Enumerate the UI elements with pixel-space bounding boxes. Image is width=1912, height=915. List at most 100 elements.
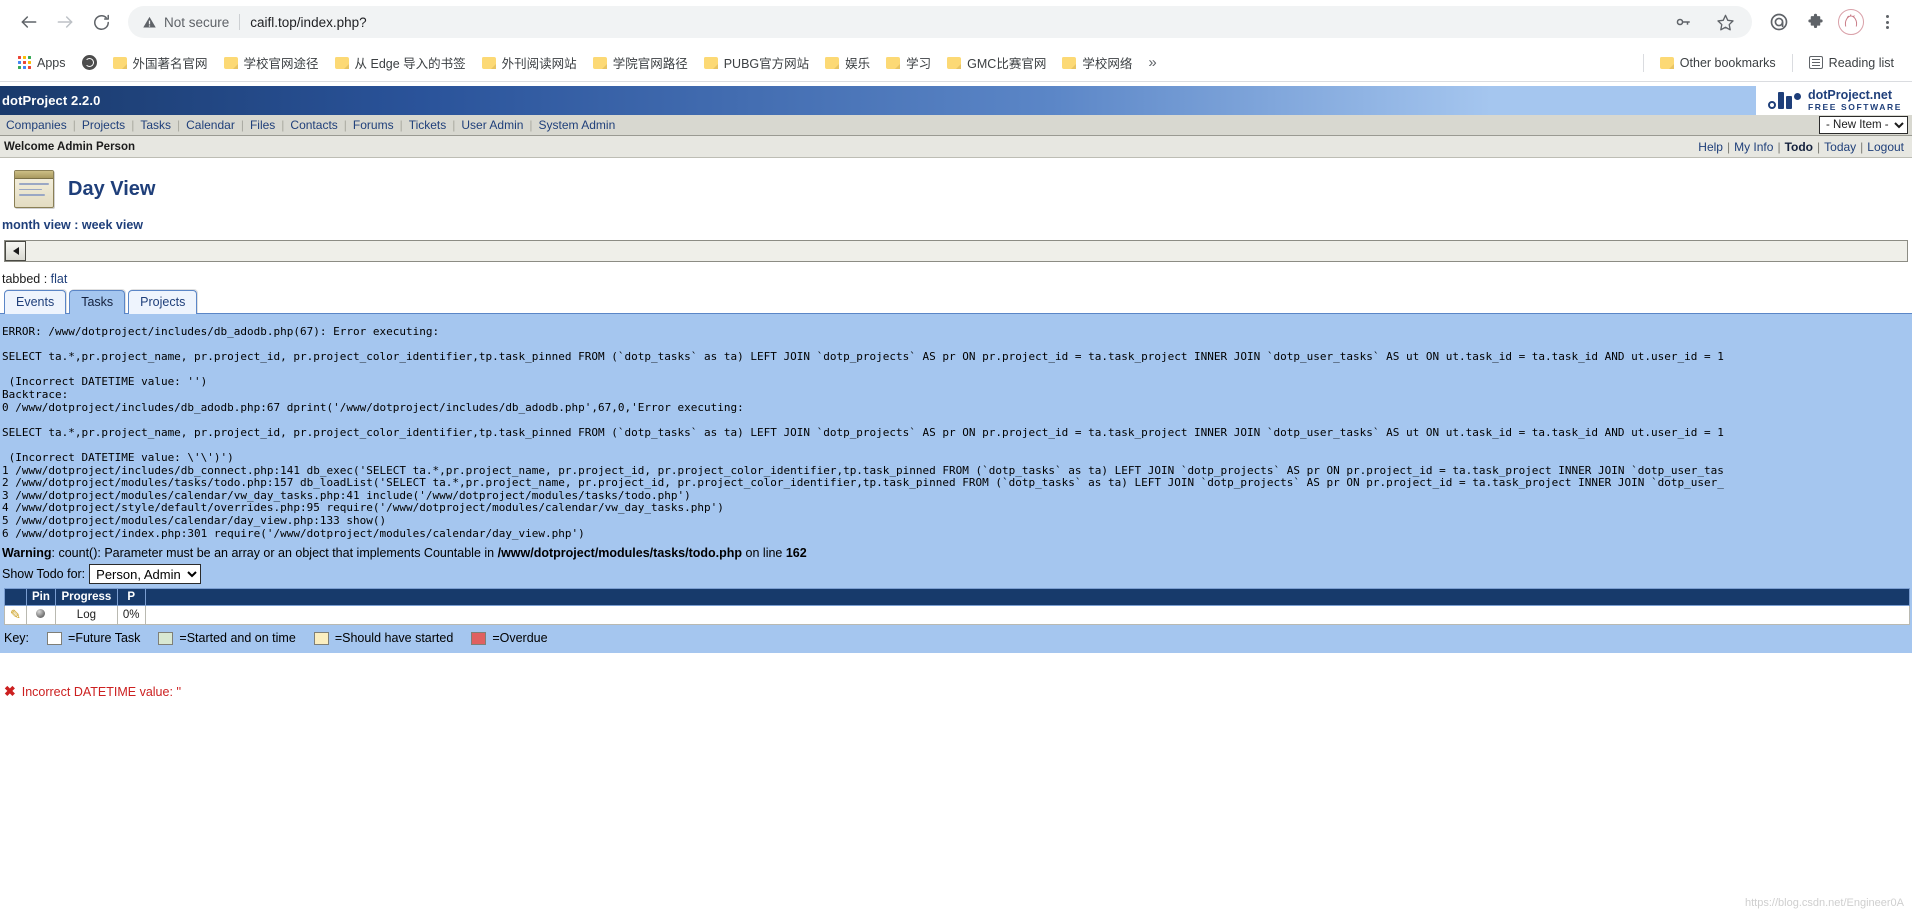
profile-avatar-icon[interactable] <box>1838 9 1864 35</box>
cell-edit[interactable]: ✎ <box>4 605 27 626</box>
folder-icon <box>1062 56 1077 69</box>
link-logout[interactable]: Logout <box>1863 140 1908 154</box>
bookmark-item[interactable]: 娱乐 <box>817 50 878 75</box>
browser-toolbar: Not secure caifl.top/index.php? <box>0 0 1912 44</box>
kebab-menu-icon[interactable] <box>1874 9 1900 35</box>
new-item-dropdown[interactable]: - New Item - <box>1819 116 1908 134</box>
table-row[interactable]: ✎ Log 0% <box>4 605 1911 626</box>
other-bookmarks-label: Other bookmarks <box>1679 55 1776 70</box>
month-view-link[interactable]: month view <box>2 218 71 232</box>
prev-arrow-icon[interactable] <box>5 241 26 261</box>
link-my-info[interactable]: My Info <box>1730 140 1777 154</box>
bookmark-label: 学习 <box>906 57 932 71</box>
back-arrow-icon[interactable] <box>12 5 46 39</box>
not-secure-warning-icon <box>142 15 157 30</box>
warning-online-text: on line <box>742 546 786 561</box>
flat-mode-link[interactable]: flat <box>51 272 68 286</box>
reading-list-icon <box>1808 56 1823 69</box>
pencil-icon[interactable]: ✎ <box>10 607 21 622</box>
key-text-future: =Future Task <box>68 631 141 646</box>
col-progress: Progress <box>54 588 118 607</box>
app-titlebar: dotProject 2.2.0 dotProject.net FREE SOF… <box>0 86 1912 115</box>
nav-item-calendar[interactable]: Calendar <box>180 118 241 132</box>
nav-item-projects[interactable]: Projects <box>76 118 131 132</box>
bookmark-item[interactable]: 学习 <box>878 50 939 75</box>
apps-grid-icon <box>18 56 31 69</box>
bookmark-item[interactable]: 从 Edge 导入的书签 <box>327 50 474 75</box>
warning-label: Warning <box>2 546 52 561</box>
forward-arrow-icon[interactable] <box>48 5 82 39</box>
php-warning-line: Warning: count(): Parameter must be an a… <box>0 540 1912 562</box>
bookmark-item[interactable]: 学院官网路径 <box>585 50 696 75</box>
welcome-label: Welcome Admin Person <box>4 140 136 153</box>
welcome-bar: Welcome Admin Person Help | My Info | Todo… <box>0 136 1912 158</box>
folder-icon <box>112 56 127 69</box>
view-links-separator: : <box>70 218 82 232</box>
bookmark-item[interactable]: 学校官网途径 <box>216 50 327 75</box>
bookmark-label: 从 Edge 导入的书签 <box>354 57 466 71</box>
folder-icon <box>703 56 718 69</box>
dotproject-page: dotProject 2.2.0 dotProject.net FREE SOF… <box>0 86 1912 915</box>
nav-item-companies[interactable]: Companies <box>0 118 73 132</box>
warning-line-number: 162 <box>785 546 807 561</box>
app-title: dotProject 2.2.0 <box>2 93 101 108</box>
calendar-icon <box>14 170 54 208</box>
cell-rest <box>144 605 1911 626</box>
nav-item-system-admin[interactable]: System Admin <box>533 118 622 132</box>
link-todo[interactable]: Todo <box>1781 140 1817 154</box>
nav-item-contacts[interactable]: Contacts <box>284 118 343 132</box>
col-pin: Pin <box>26 588 56 607</box>
bookmark-item[interactable]: 外刊阅读网站 <box>474 50 585 75</box>
url-text: caifl.top/index.php? <box>250 14 367 30</box>
apps-shortcut[interactable]: Apps <box>10 53 74 73</box>
pin-dot-icon[interactable] <box>36 609 46 619</box>
nav-item-tickets[interactable]: Tickets <box>403 118 453 132</box>
reading-list-button[interactable]: Reading list <box>1801 53 1902 73</box>
table-header-row: Pin Progress P <box>4 588 1911 607</box>
bookmarks-overflow-button[interactable]: » <box>1140 54 1164 71</box>
nav-item-tasks[interactable]: Tasks <box>134 118 177 132</box>
bookmark-globe-item[interactable] <box>74 52 105 73</box>
dotproject-logo: dotProject.net FREE SOFTWARE <box>1756 86 1912 115</box>
tab-tasks[interactable]: Tasks <box>69 290 126 314</box>
at-circle-icon[interactable] <box>1766 9 1792 35</box>
bookmark-label: 外刊阅读网站 <box>501 57 577 71</box>
bookmark-label: PUBG官方网站 <box>723 57 810 71</box>
link-help[interactable]: Help <box>1694 140 1727 154</box>
star-icon[interactable] <box>1712 9 1738 35</box>
bookmark-item[interactable]: PUBG官方网站 <box>696 50 817 75</box>
tasks-panel: ERROR: /www/dotproject/includes/db_adodb… <box>0 313 1912 654</box>
security-status-label: Not secure <box>164 14 230 30</box>
puzzle-icon[interactable] <box>1802 9 1828 35</box>
page-body: Day View month view : week view tabbed :… <box>0 158 1912 701</box>
nav-item-forums[interactable]: Forums <box>347 118 400 132</box>
folder-icon <box>334 56 349 69</box>
globe-icon <box>81 55 97 70</box>
key-swatch-should-start <box>313 631 329 645</box>
nav-item-files[interactable]: Files <box>244 118 281 132</box>
bookmark-item[interactable]: 外国著名官网 <box>105 50 216 75</box>
tab-projects[interactable]: Projects <box>128 290 198 314</box>
page-title: Day View <box>68 177 156 200</box>
tab-events[interactable]: Events <box>4 290 67 314</box>
other-bookmarks-button[interactable]: Other bookmarks <box>1652 53 1784 73</box>
folder-icon <box>592 56 607 69</box>
nav-item-user-admin[interactable]: User Admin <box>455 118 529 132</box>
bookmark-label: 娱乐 <box>845 57 871 71</box>
page-header: Day View <box>0 158 1912 216</box>
week-view-link[interactable]: week view <box>82 218 143 232</box>
folder-icon <box>481 56 496 69</box>
folder-icon <box>947 56 962 69</box>
key-label: Key: <box>4 631 30 646</box>
folder-icon <box>825 56 840 69</box>
link-today[interactable]: Today <box>1820 140 1860 154</box>
key-icon[interactable] <box>1670 9 1696 35</box>
address-bar[interactable]: Not secure caifl.top/index.php? <box>128 6 1752 38</box>
cell-log[interactable]: Log <box>54 605 118 626</box>
reload-icon[interactable] <box>84 5 118 39</box>
bookmark-item[interactable]: 学校网络 <box>1054 50 1140 75</box>
folder-icon <box>223 56 238 69</box>
cell-pin[interactable] <box>26 605 56 626</box>
bookmark-item[interactable]: GMC比赛官网 <box>939 50 1054 75</box>
show-todo-select[interactable]: Person, Admin <box>89 564 202 585</box>
